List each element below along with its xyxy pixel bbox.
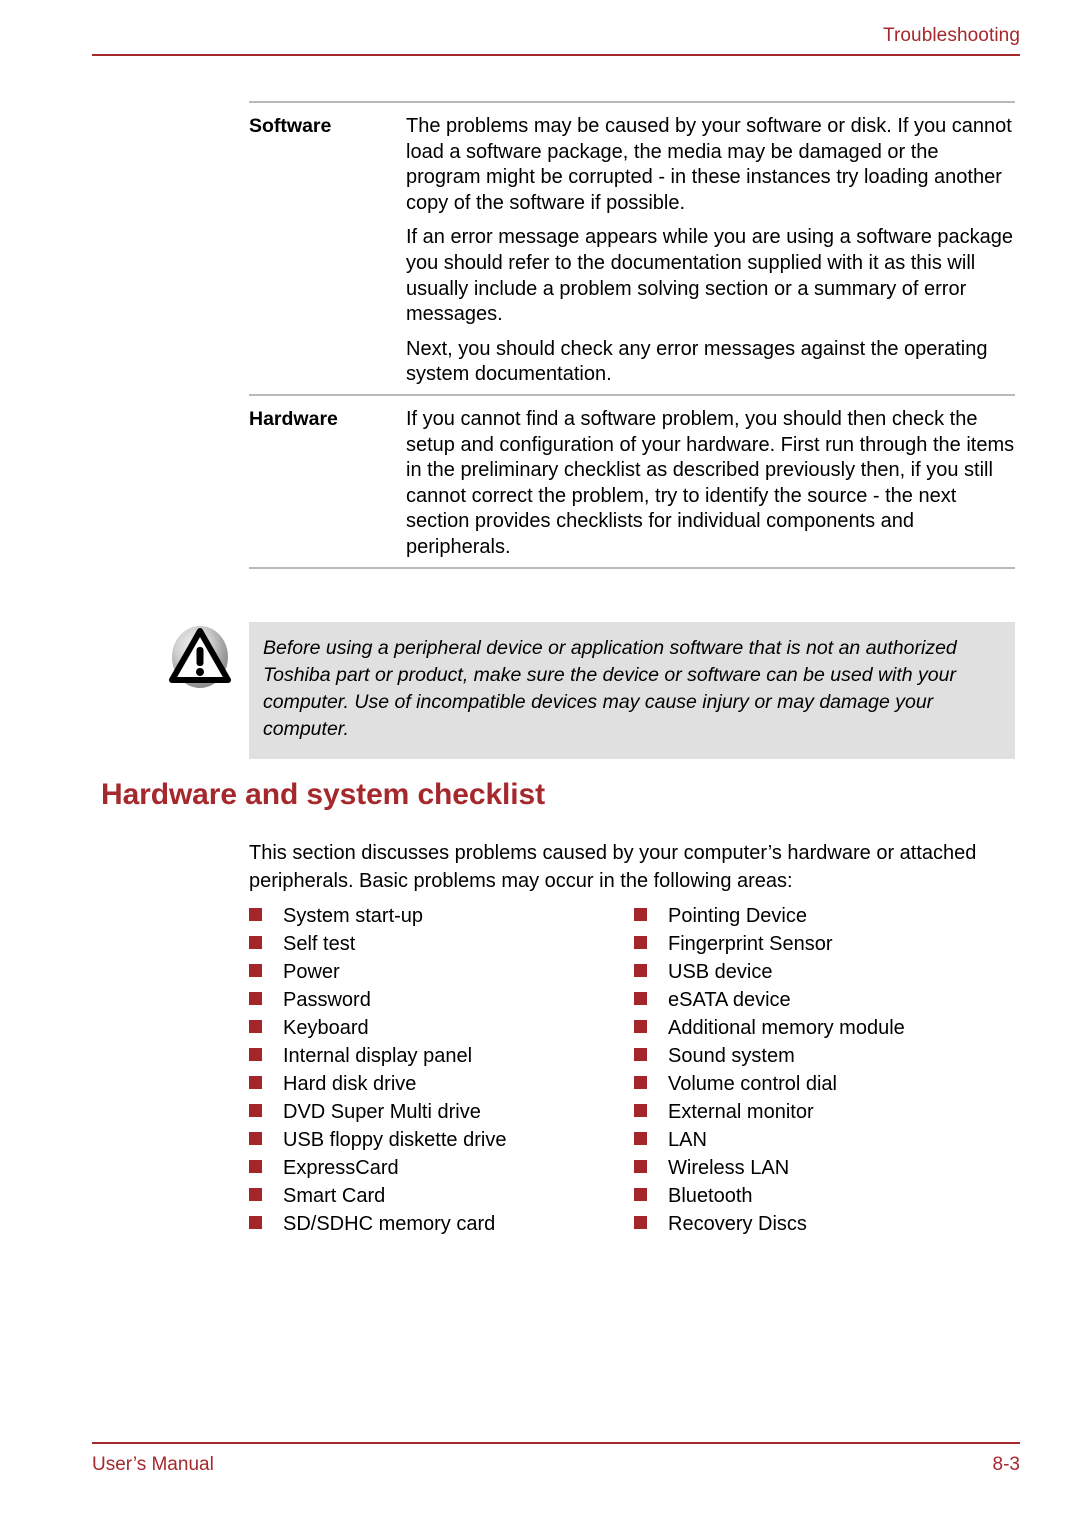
square-bullet-icon [634, 908, 647, 921]
list-item: Recovery Discs [634, 1210, 1019, 1238]
page-number: 8-3 [992, 1454, 1020, 1475]
description-software: The problems may be caused by your softw… [406, 114, 1015, 388]
list-item-label: Hard disk drive [283, 1073, 417, 1095]
square-bullet-icon [249, 1020, 262, 1033]
square-bullet-icon [634, 964, 647, 977]
list-item: Password [249, 986, 634, 1014]
list-item-label: SD/SDHC memory card [283, 1213, 496, 1235]
section-heading: Hardware and system checklist [101, 778, 545, 811]
caution-callout: Before using a peripheral device or appl… [249, 622, 1015, 759]
list-item: eSATA device [634, 986, 1019, 1014]
list-item-label: Internal display panel [283, 1045, 473, 1067]
square-bullet-icon [249, 1216, 262, 1229]
list-item-label: Password [283, 989, 371, 1011]
list-item-label: USB device [668, 961, 773, 983]
callout-text: Before using a peripheral device or appl… [263, 637, 957, 740]
list-item: Pointing Device [634, 902, 1019, 930]
table-row-software: Software The problems may be caused by y… [249, 103, 1015, 394]
list-item-label: Bluetooth [668, 1185, 753, 1207]
list-item-label: Self test [283, 933, 356, 955]
list-item-label: Keyboard [283, 1017, 369, 1039]
list-item-label: Pointing Device [668, 905, 807, 927]
list-item-label: eSATA device [668, 989, 791, 1011]
square-bullet-icon [634, 1132, 647, 1145]
square-bullet-icon [634, 1160, 647, 1173]
list-item: USB device [634, 958, 1019, 986]
header-divider [92, 54, 1020, 56]
list-item-label: External monitor [668, 1101, 814, 1123]
list-item-label: USB floppy diskette drive [283, 1129, 507, 1151]
paragraph: Next, you should check any error message… [406, 337, 988, 386]
list-item-label: LAN [668, 1129, 707, 1151]
list-item: Sound system [634, 1042, 1019, 1070]
square-bullet-icon [634, 1020, 647, 1033]
list-item-label: System start-up [283, 905, 424, 927]
square-bullet-icon [634, 1048, 647, 1061]
list-item-label: ExpressCard [283, 1157, 399, 1179]
square-bullet-icon [634, 1216, 647, 1229]
list-item: Smart Card [249, 1182, 634, 1210]
list-item: Additional memory module [634, 1014, 1019, 1042]
paragraph: If an error message appears while you ar… [406, 226, 1014, 326]
list-item-label: Smart Card [283, 1185, 386, 1207]
square-bullet-icon [634, 992, 647, 1005]
square-bullet-icon [249, 1104, 262, 1117]
term-label-software: Software [249, 115, 332, 137]
warning-triangle-icon [165, 624, 235, 690]
list-item: LAN [634, 1126, 1019, 1154]
list-item: Fingerprint Sensor [634, 930, 1019, 958]
list-item-label: Fingerprint Sensor [668, 933, 833, 955]
list-item-label: Power [283, 961, 340, 983]
square-bullet-icon [249, 936, 262, 949]
checklist-right-column: Pointing Device Fingerprint Sensor USB dev… [634, 902, 1019, 1238]
square-bullet-icon [249, 1188, 262, 1201]
square-bullet-icon [249, 1160, 262, 1173]
footer-divider [92, 1442, 1020, 1444]
list-item-label: Recovery Discs [668, 1213, 807, 1235]
list-item: Volume control dial [634, 1070, 1019, 1098]
square-bullet-icon [634, 1104, 647, 1117]
list-item-label: DVD Super Multi drive [283, 1101, 481, 1123]
list-item: Power [249, 958, 634, 986]
checklist-columns: System start-up Self test Power Password Key… [249, 902, 1019, 1238]
list-item: Internal display panel [249, 1042, 634, 1070]
list-item: Self test [249, 930, 634, 958]
manual-label: User’s Manual [92, 1454, 214, 1475]
list-item-label: Additional memory module [668, 1017, 905, 1039]
list-item: SD/SDHC memory card [249, 1210, 634, 1238]
definition-table: Software The problems may be caused by y… [249, 101, 1015, 569]
table-row-hardware: Hardware If you cannot find a software p… [249, 396, 1015, 567]
chapter-title: Troubleshooting [882, 25, 1020, 46]
square-bullet-icon [634, 1188, 647, 1201]
list-item: Wireless LAN [634, 1154, 1019, 1182]
list-item-label: Wireless LAN [668, 1157, 790, 1179]
square-bullet-icon [249, 908, 262, 921]
description-hardware: If you cannot find a software problem, y… [406, 407, 1015, 561]
list-item: External monitor [634, 1098, 1019, 1126]
square-bullet-icon [249, 992, 262, 1005]
section-intro-paragraph: This section discusses problems caused b… [249, 842, 977, 892]
square-bullet-icon [634, 1076, 647, 1089]
list-item: System start-up [249, 902, 634, 930]
list-item: Keyboard [249, 1014, 634, 1042]
list-item-label: Sound system [668, 1045, 795, 1067]
paragraph: If you cannot find a software problem, y… [406, 407, 1015, 558]
list-item: Bluetooth [634, 1182, 1019, 1210]
paragraph: The problems may be caused by your softw… [406, 115, 1012, 214]
checklist-left-column: System start-up Self test Power Password Key… [249, 902, 634, 1238]
table-bottom-rule [249, 566, 1015, 569]
page-footer: User’s Manual 8-3 [92, 1442, 1020, 1477]
square-bullet-icon [249, 1048, 262, 1061]
list-item-label: Volume control dial [668, 1073, 837, 1095]
term-label-hardware: Hardware [249, 407, 338, 430]
list-item: Hard disk drive [249, 1070, 634, 1098]
square-bullet-icon [249, 964, 262, 977]
list-item: ExpressCard [249, 1154, 634, 1182]
page-header: Troubleshooting [92, 24, 1020, 56]
list-item: USB floppy diskette drive [249, 1126, 634, 1154]
list-item: DVD Super Multi drive [249, 1098, 634, 1126]
square-bullet-icon [634, 936, 647, 949]
square-bullet-icon [249, 1132, 262, 1145]
square-bullet-icon [249, 1076, 262, 1089]
